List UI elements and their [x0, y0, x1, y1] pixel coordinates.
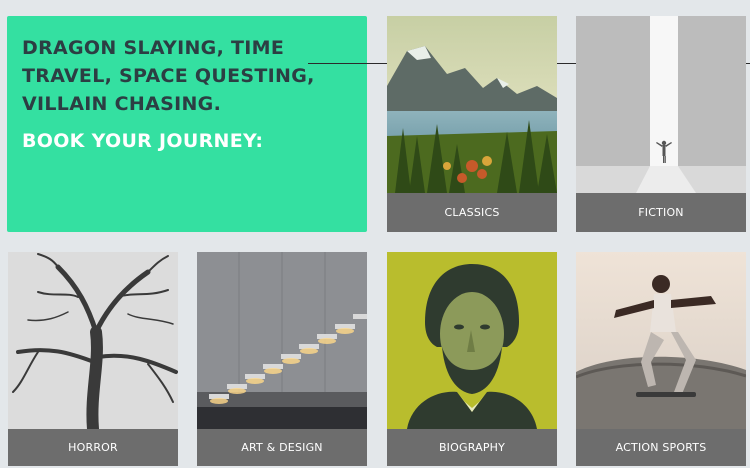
category-label: BIOGRAPHY	[387, 429, 557, 466]
mountain-lake-photo	[387, 16, 557, 193]
category-tile-classics[interactable]: CLASSICS	[387, 16, 557, 232]
lit-staircase-photo	[197, 252, 367, 429]
category-label: ACTION SPORTS	[576, 429, 746, 466]
lincoln-portrait-photo	[387, 252, 557, 429]
category-tile-action-sports[interactable]: ACTION SPORTS	[576, 252, 746, 468]
bare-tree-photo	[8, 252, 178, 429]
light-door-photo	[576, 16, 746, 193]
category-label: HORROR	[8, 429, 178, 466]
category-label: CLASSICS	[387, 193, 557, 232]
category-label: ART & DESIGN	[197, 429, 367, 466]
hero-cta: BOOK YOUR JOURNEY:	[22, 130, 264, 152]
hero-headline: DRAGON SLAYING, TIME TRAVEL, SPACE QUEST…	[22, 37, 315, 115]
category-tile-biography[interactable]: BIOGRAPHY	[387, 252, 557, 468]
category-tile-horror[interactable]: HORROR	[8, 252, 178, 468]
skateboarder-photo	[576, 252, 746, 429]
category-tile-art-design[interactable]: ART & DESIGN	[197, 252, 367, 468]
category-label: FICTION	[576, 193, 746, 232]
category-tile-fiction[interactable]: FICTION	[576, 16, 746, 232]
hero-promo: DRAGON SLAYING, TIME TRAVEL, SPACE QUEST…	[7, 16, 367, 232]
